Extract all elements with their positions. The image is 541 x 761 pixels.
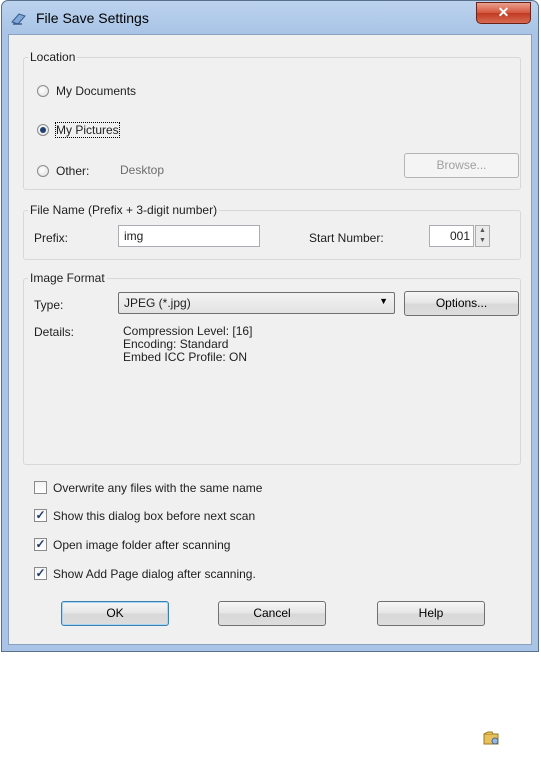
- other-path-text: Desktop: [120, 163, 165, 177]
- radio-other-label[interactable]: Other:: [56, 164, 89, 178]
- radio-my-documents[interactable]: [37, 85, 49, 97]
- file-save-settings-dialog: File Save Settings ✕ Location My Documen…: [1, 0, 539, 652]
- dropdown-arrow-icon[interactable]: ▼: [379, 296, 388, 306]
- show-add-page-checkbox-label[interactable]: Show Add Page dialog after scanning.: [53, 567, 256, 581]
- details-text: Compression Level: [16] Encoding: Standa…: [123, 325, 252, 364]
- title-bar[interactable]: File Save Settings ✕: [2, 1, 538, 35]
- type-select-value: JPEG (*.jpg): [124, 296, 191, 310]
- prefix-label: Prefix:: [34, 231, 69, 245]
- show-add-page-checkbox[interactable]: ✓: [34, 567, 47, 580]
- radio-other[interactable]: [37, 165, 49, 177]
- close-button[interactable]: ✕: [476, 2, 531, 24]
- image-format-group-label: Image Format: [28, 271, 107, 285]
- cancel-button[interactable]: Cancel: [218, 601, 326, 626]
- start-number-label: Start Number:: [309, 231, 384, 245]
- scanner-app-icon: [11, 13, 26, 25]
- location-group-label: Location: [28, 50, 78, 64]
- stepper-down-icon[interactable]: ▼: [476, 236, 489, 246]
- help-button[interactable]: Help: [377, 601, 485, 626]
- browse-button[interactable]: Browse...: [404, 153, 519, 178]
- type-select[interactable]: JPEG (*.jpg) ▼: [118, 292, 395, 314]
- details-line: Embed ICC Profile: ON: [123, 350, 248, 364]
- start-number-stepper[interactable]: ▲ ▼: [475, 225, 490, 247]
- file-name-group-label: File Name (Prefix + 3-digit number): [28, 203, 220, 217]
- radio-my-pictures-label[interactable]: My Pictures: [55, 122, 120, 138]
- start-number-input[interactable]: 001: [429, 225, 474, 247]
- radio-my-documents-label[interactable]: My Documents: [56, 84, 136, 98]
- details-label: Details:: [34, 325, 75, 339]
- ok-button[interactable]: OK: [61, 601, 169, 626]
- show-dialog-checkbox-label[interactable]: Show this dialog box before next scan: [53, 509, 255, 523]
- show-dialog-checkbox[interactable]: ✓: [34, 509, 47, 522]
- dialog-body: Location My Documents My Pictures Other:…: [8, 34, 532, 645]
- open-folder-checkbox[interactable]: ✓: [34, 538, 47, 551]
- options-button[interactable]: Options...: [404, 291, 519, 316]
- prefix-input[interactable]: img: [118, 225, 260, 247]
- overwrite-checkbox-label[interactable]: Overwrite any files with the same name: [53, 481, 262, 495]
- window-title: File Save Settings: [36, 10, 149, 26]
- stepper-up-icon[interactable]: ▲: [476, 226, 489, 236]
- radio-my-pictures[interactable]: [37, 124, 49, 136]
- open-folder-checkbox-label[interactable]: Open image folder after scanning: [53, 538, 230, 552]
- overwrite-checkbox[interactable]: [34, 481, 47, 494]
- folder-icon[interactable]: [483, 730, 501, 746]
- type-label: Type:: [34, 298, 64, 312]
